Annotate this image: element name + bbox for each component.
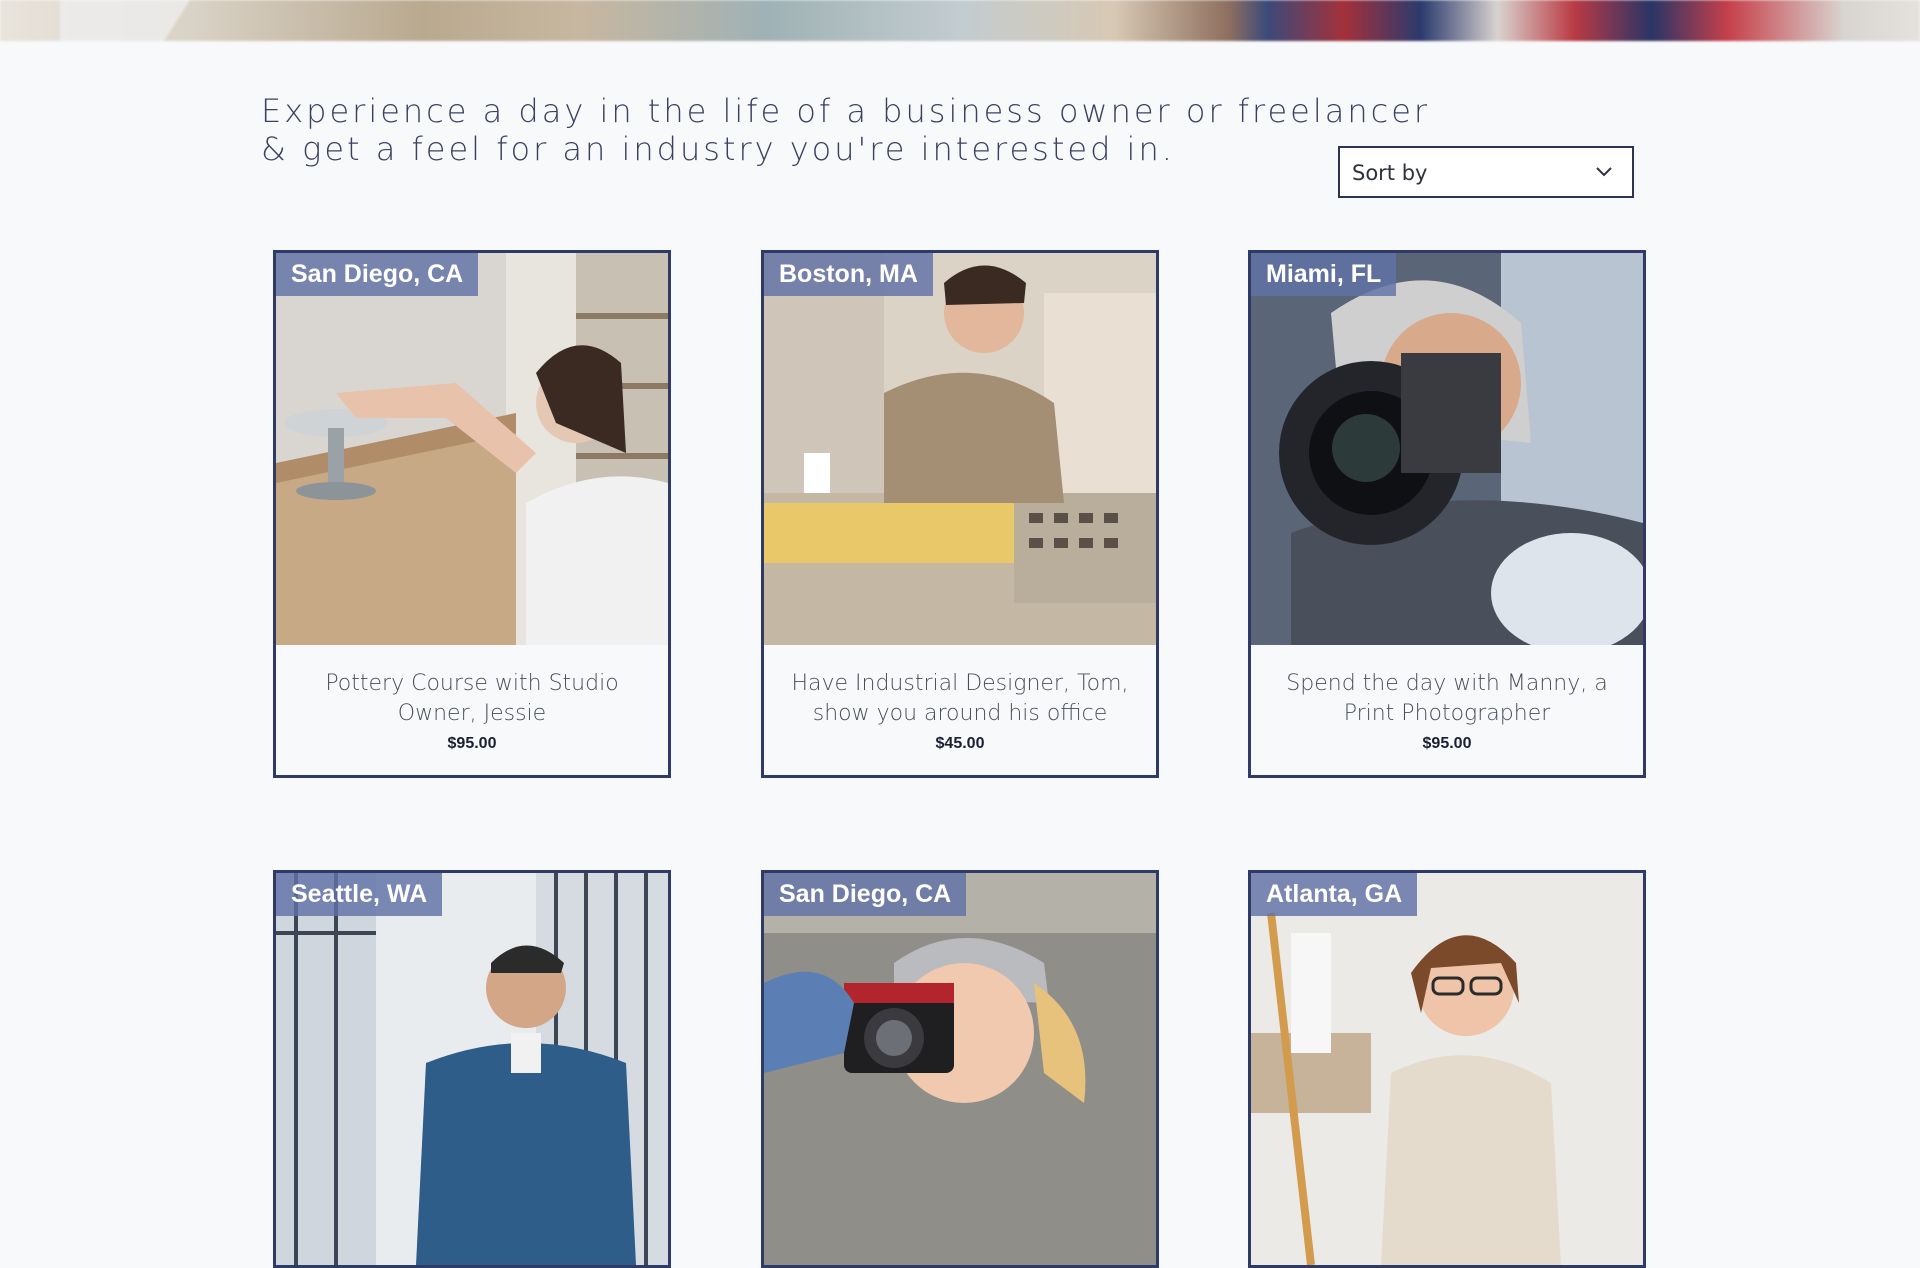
location-badge: San Diego, CA xyxy=(276,253,479,296)
location-badge: Seattle, WA xyxy=(276,873,443,916)
product-price: $95.00 xyxy=(447,735,497,752)
hero-banner-image xyxy=(0,0,1920,41)
intro-line-1: Experience a day in the life of a busine… xyxy=(261,92,1431,130)
sort-by-dropdown[interactable]: Sort by xyxy=(1338,146,1634,198)
product-card[interactable]: Miami, FL Spend the day with Manny, a Pr… xyxy=(1248,250,1646,778)
product-card[interactable]: San Diego, CA Pottery Course with Studio… xyxy=(273,250,671,778)
product-image[interactable]: Seattle, WA xyxy=(276,873,668,1265)
product-image[interactable]: San Diego, CA xyxy=(764,873,1156,1265)
product-price: $95.00 xyxy=(1422,735,1472,752)
product-title[interactable]: Pottery Course with Studio Owner, Jessie xyxy=(286,669,658,729)
intro-line-2: & get a feel for an industry you're inte… xyxy=(261,130,1175,168)
location-badge: Atlanta, GA xyxy=(1251,873,1418,916)
product-image[interactable]: Atlanta, GA xyxy=(1251,873,1643,1265)
product-price: $45.00 xyxy=(935,735,985,752)
page-intro: Experience a day in the life of a busine… xyxy=(261,92,1431,168)
product-title[interactable]: Spend the day with Manny, a Print Photog… xyxy=(1261,669,1633,729)
product-image[interactable]: San Diego, CA xyxy=(276,253,668,645)
laptop-shape xyxy=(60,0,190,41)
product-card[interactable]: San Diego, CA xyxy=(761,870,1159,1268)
product-card[interactable]: Seattle, WA xyxy=(273,870,671,1268)
product-image[interactable]: Miami, FL xyxy=(1251,253,1643,645)
product-image[interactable]: Boston, MA xyxy=(764,253,1156,645)
location-badge: San Diego, CA xyxy=(764,873,967,916)
location-badge: Miami, FL xyxy=(1251,253,1397,296)
product-card[interactable]: Atlanta, GA xyxy=(1248,870,1646,1268)
product-card[interactable]: Boston, MA Have Industrial Designer, Tom… xyxy=(761,250,1159,778)
location-badge: Boston, MA xyxy=(764,253,933,296)
sort-by-label: Sort by xyxy=(1352,161,1428,185)
chevron-down-icon xyxy=(1596,167,1612,177)
product-title[interactable]: Have Industrial Designer, Tom, show you … xyxy=(774,669,1146,729)
